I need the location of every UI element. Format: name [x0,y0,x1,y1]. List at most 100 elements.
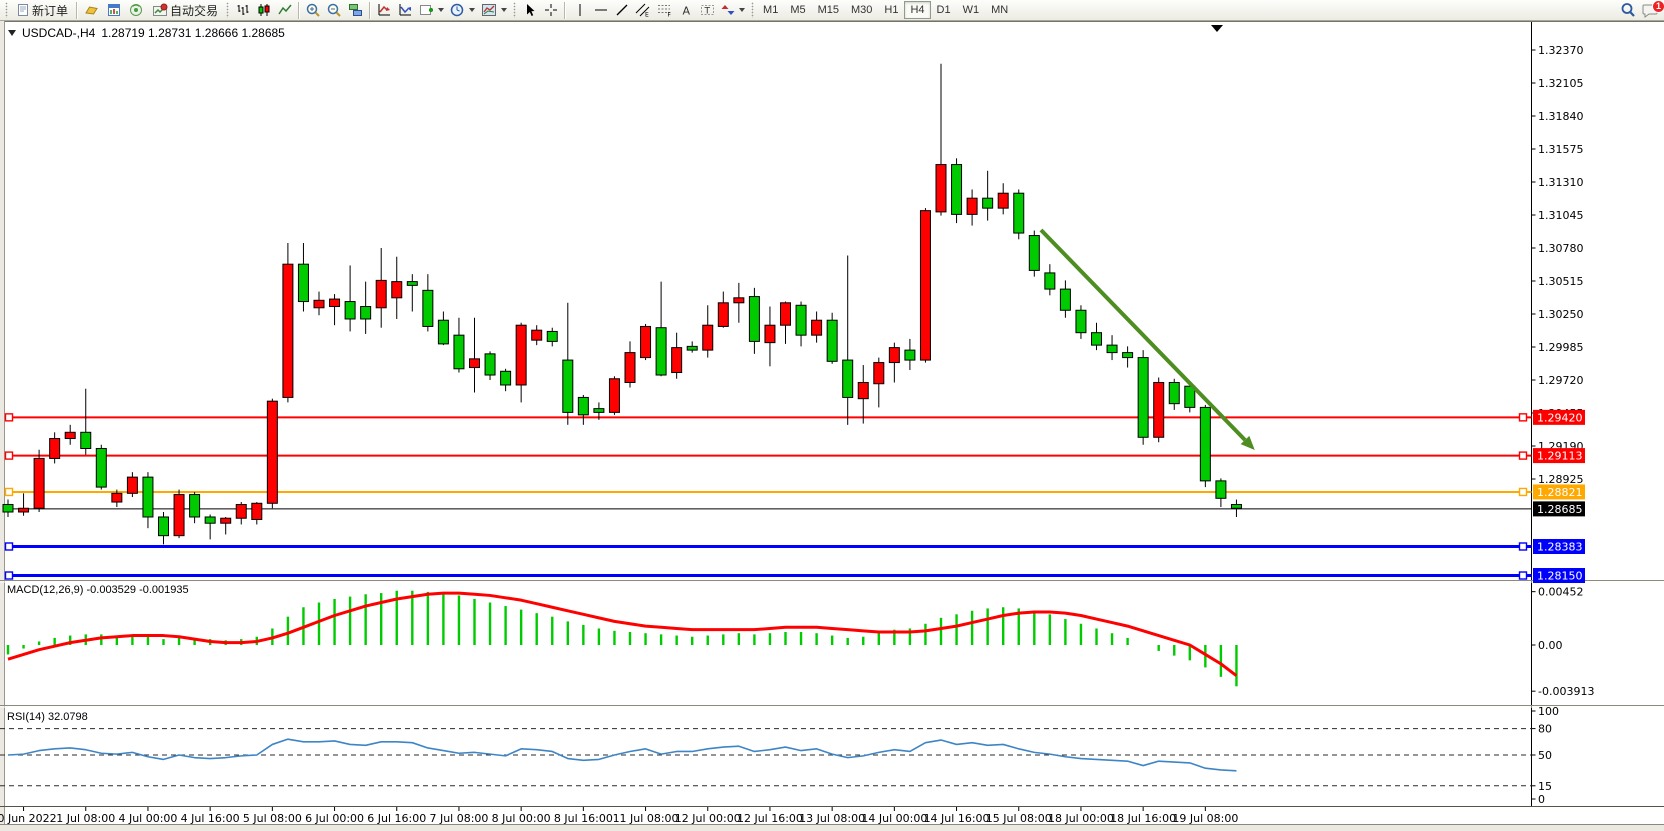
svg-text:15: 15 [1538,780,1552,793]
vertical-line-button[interactable] [569,1,590,20]
text-label-button[interactable]: T [697,1,718,20]
svg-text:11 Jul 08:00: 11 Jul 08:00 [613,812,679,825]
timeframe-bar: M1M5M15M30H1H4D1W1MN [757,1,1014,19]
svg-text:E: E [645,12,649,18]
rsi-name: RSI(14) [7,711,45,723]
line-chart-button[interactable] [274,1,295,20]
macd-name: MACD(12,26,9) [7,584,83,596]
auto-trading-icon [152,3,168,17]
svg-text:1.32105: 1.32105 [1538,77,1584,90]
svg-text:30 Jun 2022: 30 Jun 2022 [0,812,57,825]
indicator-list-button[interactable] [395,1,416,20]
tab-timeframe-M1[interactable]: M1 [757,1,784,19]
svg-text:5 Jul 08:00: 5 Jul 08:00 [243,812,302,825]
svg-text:6 Jul 16:00: 6 Jul 16:00 [367,812,426,825]
dropdown-caret [469,8,475,12]
svg-text:1.31310: 1.31310 [1538,176,1584,189]
bar-chart-button[interactable] [232,1,253,20]
fibonacci-button[interactable]: F [654,1,676,20]
svg-text:1.28925: 1.28925 [1538,473,1584,486]
toolbar-grip[interactable] [750,2,755,18]
periods-button[interactable] [447,1,478,20]
svg-text:1.31840: 1.31840 [1538,110,1584,123]
svg-text:18 Jul 16:00: 18 Jul 16:00 [1110,812,1176,825]
svg-text:1.30780: 1.30780 [1538,242,1584,255]
equidistant-channel-button[interactable]: E [632,1,654,20]
new-order-label: 新订单 [32,2,68,19]
new-order-button[interactable]: 新订单 [11,1,73,20]
notifications-button[interactable]: 1 [1639,1,1662,20]
symbol-dropdown-icon[interactable] [8,30,16,36]
svg-text:13 Jul 08:00: 13 Jul 08:00 [799,812,865,825]
auto-trading-button[interactable]: 自动交易 [147,1,223,20]
svg-text:1.29113: 1.29113 [1537,450,1583,463]
add-indicator-button[interactable] [416,1,447,20]
tab-timeframe-M15[interactable]: M15 [812,1,845,19]
svg-text:100: 100 [1538,705,1559,718]
svg-text:6 Jul 00:00: 6 Jul 00:00 [305,812,364,825]
svg-text:1.31045: 1.31045 [1538,209,1584,222]
tab-timeframe-D1[interactable]: D1 [931,1,957,19]
svg-text:1.29985: 1.29985 [1538,341,1584,354]
crosshair-button[interactable] [540,1,561,20]
chart-window: 1.323701.321051.318401.315751.313101.310… [0,21,1664,831]
trend-line-button[interactable] [611,1,632,20]
toolbar-grip[interactable] [225,2,230,18]
svg-text:1.29420: 1.29420 [1537,411,1583,424]
gold-button[interactable] [81,1,103,20]
mt4-application: 新订单 自动交易 E F A T [0,0,1664,831]
svg-text:1.31575: 1.31575 [1538,143,1584,156]
tab-timeframe-M5[interactable]: M5 [784,1,811,19]
tile-windows-button[interactable] [345,1,366,20]
svg-text:15 Jul 08:00: 15 Jul 08:00 [986,812,1052,825]
svg-text:1 Jul 08:00: 1 Jul 08:00 [56,812,115,825]
cursor-button[interactable] [519,1,540,20]
tab-timeframe-M30[interactable]: M30 [845,1,878,19]
svg-text:19 Jul 08:00: 19 Jul 08:00 [1172,812,1238,825]
templates-button[interactable] [478,1,510,20]
search-button[interactable] [1617,1,1639,20]
svg-text:18 Jul 00:00: 18 Jul 00:00 [1048,812,1114,825]
dropdown-caret [501,8,507,12]
zoom-out-button[interactable] [324,1,345,20]
macd-values: -0.003529 -0.001935 [86,584,188,596]
svg-text:T: T [704,7,711,17]
horizontal-line-button[interactable] [590,1,611,20]
notification-badge: 1 [1652,0,1664,13]
indicator-window-button[interactable] [374,1,395,20]
zoom-in-button[interactable] [303,1,324,20]
svg-text:F: F [668,12,672,18]
tab-timeframe-H1[interactable]: H1 [878,1,904,19]
svg-text:1.29720: 1.29720 [1538,374,1584,387]
svg-text:1.28383: 1.28383 [1537,540,1583,553]
tab-timeframe-MN[interactable]: MN [985,1,1014,19]
tab-timeframe-H4[interactable]: H4 [904,1,930,19]
dropdown-caret [438,8,444,12]
svg-text:0.00452: 0.00452 [1538,586,1584,599]
svg-text:4 Jul 16:00: 4 Jul 16:00 [181,812,240,825]
new-order-icon [16,3,30,17]
svg-text:1.30250: 1.30250 [1538,308,1584,321]
svg-text:0.00: 0.00 [1538,639,1563,652]
svg-text:12 Jul 16:00: 12 Jul 16:00 [737,812,803,825]
candlestick-chart-button[interactable] [253,1,274,20]
svg-text:1.28685: 1.28685 [1537,503,1583,516]
tab-timeframe-W1[interactable]: W1 [957,1,986,19]
toolbar-grip[interactable] [4,2,9,18]
text-button[interactable]: A [676,1,697,20]
toolbar: 新订单 自动交易 E F A T [0,0,1664,21]
svg-text:14 Jul 16:00: 14 Jul 16:00 [924,812,990,825]
svg-text:A: A [683,5,691,18]
signal-icon-button[interactable] [125,1,147,20]
svg-text:-0.003913: -0.003913 [1538,685,1594,698]
svg-text:80: 80 [1538,723,1552,736]
svg-text:8 Jul 16:00: 8 Jul 16:00 [554,812,613,825]
svg-text:1.28821: 1.28821 [1537,486,1583,499]
auto-trading-label: 自动交易 [170,2,218,19]
arrows-button[interactable] [718,1,748,20]
svg-text:14 Jul 00:00: 14 Jul 00:00 [861,812,927,825]
chart-canvas: 1.323701.321051.318401.315751.313101.310… [0,21,1664,831]
rsi-value: 32.0798 [48,711,88,723]
toolbar-grip[interactable] [512,2,517,18]
market-watch-button[interactable] [103,1,125,20]
